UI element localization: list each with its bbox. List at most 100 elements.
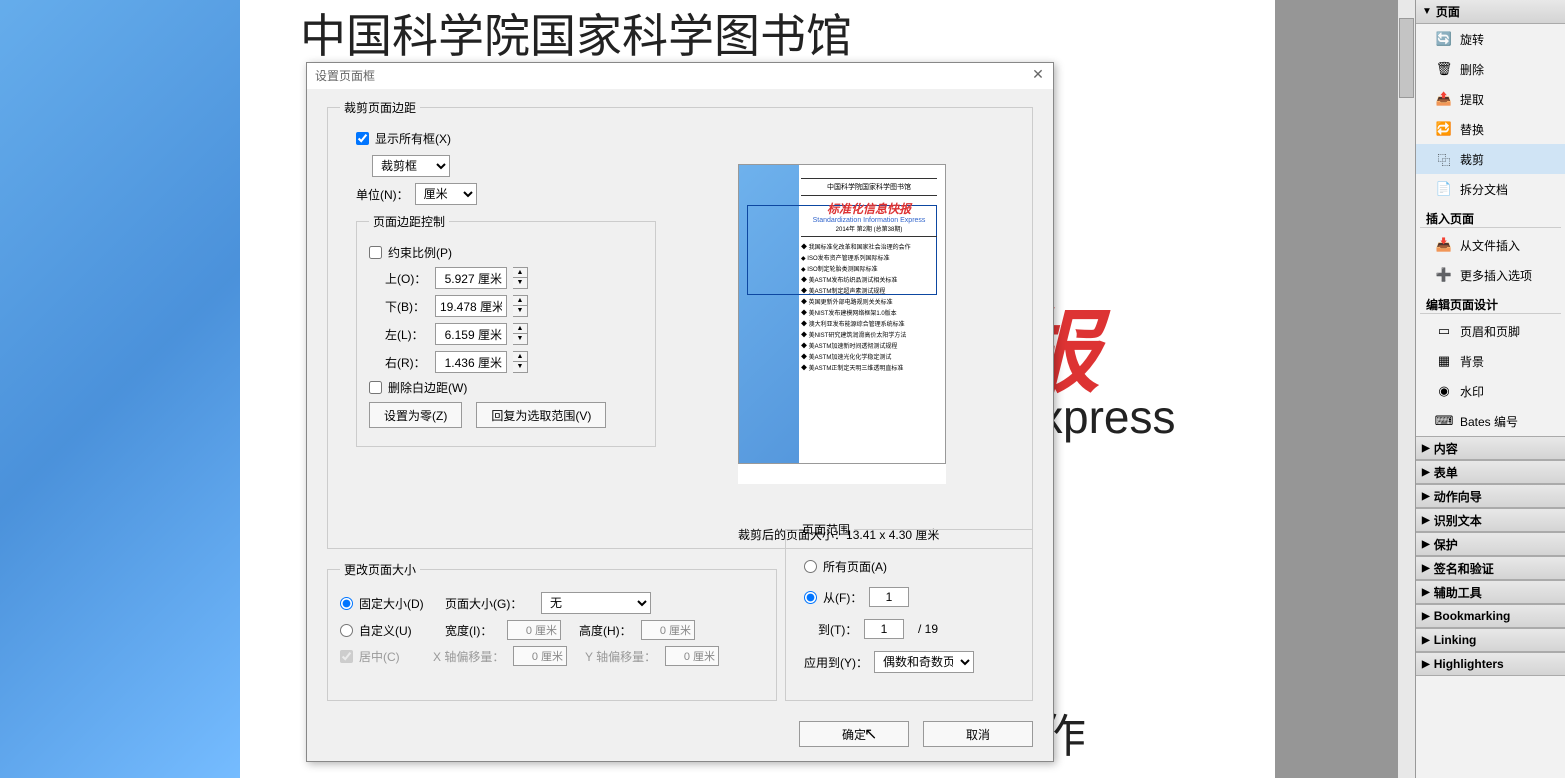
bates-item[interactable]: ⌨Bates 编号 bbox=[1416, 406, 1565, 436]
dialog-title: 设置页面框 bbox=[307, 63, 1053, 89]
page-background-graphic bbox=[0, 0, 240, 778]
top-label: 上(O)： bbox=[385, 270, 429, 287]
fixed-size-label: 固定大小(D) bbox=[359, 595, 439, 612]
bottom-spinner[interactable]: ▲▼ bbox=[513, 295, 528, 317]
width-input bbox=[507, 620, 561, 640]
from-label: 从(F)： bbox=[823, 589, 863, 606]
from-radio[interactable] bbox=[804, 591, 817, 604]
apply-to-label: 应用到(Y)： bbox=[804, 654, 868, 671]
left-spinner[interactable]: ▲▼ bbox=[513, 323, 528, 345]
forms-panel[interactable]: ▶表单 bbox=[1416, 460, 1565, 484]
page-title: 中国科学院国家科学图书馆 bbox=[300, 0, 852, 66]
bottom-input[interactable] bbox=[435, 295, 507, 317]
preview-page[interactable]: 中国科学院国家科学图书馆 标准化信息快报 Standardization Inf… bbox=[738, 164, 946, 464]
apply-to-select[interactable]: 偶数和奇数页 bbox=[874, 651, 974, 673]
left-label: 左(L)： bbox=[385, 326, 429, 343]
x-offset-input bbox=[513, 646, 567, 666]
change-size-legend: 更改页面大小 bbox=[340, 561, 420, 578]
tools-panel: ▼页面 🔄旋转 🗑删除 📤提取 🔁替换 ⿻裁剪 📄拆分文档 插入页面 📥从文件插… bbox=[1415, 0, 1565, 778]
page-size-select[interactable]: 无 bbox=[541, 592, 651, 614]
background-icon: ▦ bbox=[1436, 353, 1452, 369]
right-label: 右(R)： bbox=[385, 354, 429, 371]
extract-item[interactable]: 📤提取 bbox=[1416, 84, 1565, 114]
bates-icon: ⌨ bbox=[1436, 413, 1452, 429]
unit-select[interactable]: 厘米 bbox=[415, 183, 477, 205]
constrain-label: 约束比例(P) bbox=[388, 244, 452, 261]
scrollbar-thumb[interactable] bbox=[1399, 18, 1414, 98]
show-all-boxes-label: 显示所有框(X) bbox=[375, 130, 451, 147]
more-insert-item[interactable]: ➕更多插入选项 bbox=[1416, 260, 1565, 290]
center-label: 居中(C) bbox=[359, 648, 427, 665]
page-eng-text: xpress bbox=[1040, 390, 1175, 444]
header-footer-icon: ▭ bbox=[1436, 323, 1452, 339]
split-icon: 📄 bbox=[1436, 181, 1452, 197]
to-label: 到(T)： bbox=[818, 621, 858, 638]
top-input[interactable] bbox=[435, 267, 507, 289]
insert-pages-subheader: 插入页面 bbox=[1420, 206, 1561, 228]
action-wizard-panel[interactable]: ▶动作向导 bbox=[1416, 484, 1565, 508]
set-zero-button[interactable]: 设置为零(Z) bbox=[369, 402, 462, 428]
page-size-label: 页面大小(G)： bbox=[445, 595, 535, 612]
show-all-boxes-checkbox[interactable] bbox=[356, 132, 369, 145]
header-footer-item[interactable]: ▭页眉和页脚 bbox=[1416, 316, 1565, 346]
rotate-item[interactable]: 🔄旋转 bbox=[1416, 24, 1565, 54]
bookmarking-panel[interactable]: ▶Bookmarking bbox=[1416, 604, 1565, 628]
cancel-button[interactable]: 取消 bbox=[923, 721, 1033, 747]
ok-button[interactable]: 确定 bbox=[799, 721, 909, 747]
delete-icon: 🗑 bbox=[1436, 61, 1452, 77]
vertical-scrollbar[interactable] bbox=[1398, 0, 1415, 778]
from-input[interactable] bbox=[869, 587, 909, 607]
split-item[interactable]: 📄拆分文档 bbox=[1416, 174, 1565, 204]
fixed-size-radio[interactable] bbox=[340, 597, 353, 610]
signature-panel[interactable]: ▶签名和验证 bbox=[1416, 556, 1565, 580]
page-range-legend: 页面范围 bbox=[798, 521, 854, 538]
page-preview: 中国科学院国家科学图书馆 标准化信息快报 Standardization Inf… bbox=[738, 164, 946, 484]
height-label: 高度(H)： bbox=[579, 622, 635, 639]
custom-label: 自定义(U) bbox=[359, 622, 439, 639]
watermark-icon: ◉ bbox=[1436, 383, 1452, 399]
linking-panel[interactable]: ▶Linking bbox=[1416, 628, 1565, 652]
pages-panel-header[interactable]: ▼页面 bbox=[1416, 0, 1565, 24]
replace-icon: 🔁 bbox=[1436, 121, 1452, 137]
crop-icon: ⿻ bbox=[1436, 151, 1452, 167]
bottom-label: 下(B)： bbox=[385, 298, 429, 315]
preview-content: 中国科学院国家科学图书馆 标准化信息快报 Standardization Inf… bbox=[801, 175, 937, 375]
file-insert-icon: 📥 bbox=[1436, 237, 1452, 253]
remove-white-checkbox[interactable] bbox=[369, 381, 382, 394]
restore-selection-button[interactable]: 回复为选取范围(V) bbox=[476, 402, 606, 428]
delete-item[interactable]: 🗑删除 bbox=[1416, 54, 1565, 84]
right-spinner[interactable]: ▲▼ bbox=[513, 351, 528, 373]
highlighters-panel[interactable]: ▶Highlighters bbox=[1416, 652, 1565, 676]
rotate-icon: 🔄 bbox=[1436, 31, 1452, 47]
y-offset-input bbox=[665, 646, 719, 666]
crop-pages-dialog: 设置页面框 ✕ 裁剪页面边距 显示所有框(X) 裁剪框 单位(N)： 厘米 页面… bbox=[306, 62, 1054, 762]
protect-panel[interactable]: ▶保护 bbox=[1416, 532, 1565, 556]
extract-icon: 📤 bbox=[1436, 91, 1452, 107]
crop-margin-legend: 裁剪页面边距 bbox=[340, 99, 420, 116]
edit-design-subheader: 编辑页面设计 bbox=[1420, 292, 1561, 314]
watermark-item[interactable]: ◉水印 bbox=[1416, 376, 1565, 406]
left-input[interactable] bbox=[435, 323, 507, 345]
change-page-size-fieldset: 更改页面大小 固定大小(D) 页面大小(G)： 无 自定义(U) 宽度(I)： … bbox=[327, 561, 777, 701]
custom-size-radio[interactable] bbox=[340, 624, 353, 637]
content-panel[interactable]: ▶内容 bbox=[1416, 436, 1565, 460]
to-input[interactable] bbox=[864, 619, 904, 639]
all-pages-radio[interactable] bbox=[804, 560, 817, 573]
insert-from-file-item[interactable]: 📥从文件插入 bbox=[1416, 230, 1565, 260]
accessibility-panel[interactable]: ▶辅助工具 bbox=[1416, 580, 1565, 604]
crop-item[interactable]: ⿻裁剪 bbox=[1416, 144, 1565, 174]
recognize-text-panel[interactable]: ▶识别文本 bbox=[1416, 508, 1565, 532]
remove-white-label: 删除白边距(W) bbox=[388, 379, 467, 396]
box-type-select[interactable]: 裁剪框 bbox=[372, 155, 450, 177]
unit-label: 单位(N)： bbox=[356, 186, 409, 203]
margin-control-legend: 页面边距控制 bbox=[369, 213, 449, 230]
constrain-checkbox[interactable] bbox=[369, 246, 382, 259]
top-spinner[interactable]: ▲▼ bbox=[513, 267, 528, 289]
background-item[interactable]: ▦背景 bbox=[1416, 346, 1565, 376]
width-label: 宽度(I)： bbox=[445, 622, 501, 639]
close-icon[interactable]: ✕ bbox=[1029, 66, 1047, 84]
right-input[interactable] bbox=[435, 351, 507, 373]
crop-margin-fieldset: 裁剪页面边距 显示所有框(X) 裁剪框 单位(N)： 厘米 页面边距控制 约束比… bbox=[327, 99, 1033, 549]
total-pages: / 19 bbox=[918, 622, 938, 636]
replace-item[interactable]: 🔁替换 bbox=[1416, 114, 1565, 144]
